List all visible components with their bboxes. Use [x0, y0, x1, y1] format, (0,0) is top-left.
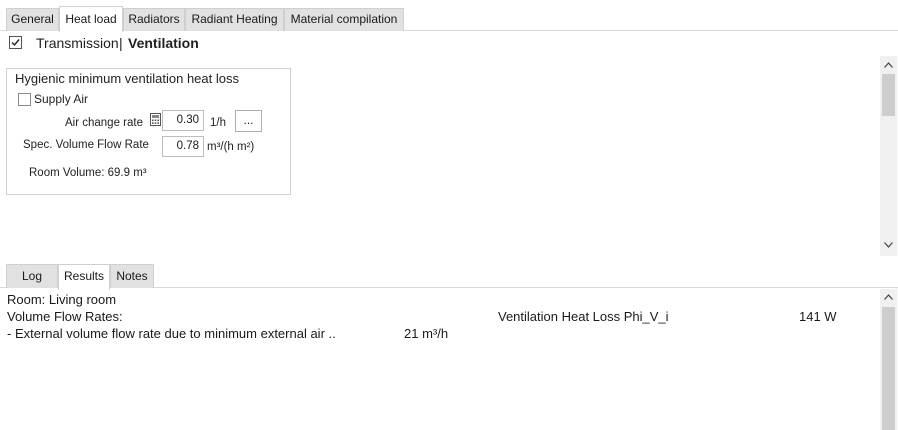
checkmark-icon [11, 39, 20, 47]
hygienic-ventilation-group: Hygienic minimum ventilation heat loss S… [6, 68, 291, 195]
spec-volume-flow-label: Spec. Volume Flow Rate [23, 139, 149, 151]
spec-volume-flow-unit: m³/(h m²) [207, 141, 255, 153]
transmission-link[interactable]: Transmission [36, 35, 119, 51]
main-tab-bar: General Heat load Radiators Radiant Heat… [0, 0, 898, 32]
result-flow-rates: Volume Flow Rates: [7, 309, 123, 324]
subheader: Transmission | Ventilation [0, 32, 880, 54]
separator: | [119, 35, 123, 51]
air-change-rate-label: Air change rate [65, 117, 143, 129]
upper-scrollbar[interactable] [880, 56, 897, 256]
tab-notes[interactable]: Notes [110, 264, 154, 288]
air-change-rate-more-button[interactable]: ... [235, 110, 262, 132]
air-change-rate-input[interactable]: 0.30 [162, 110, 204, 131]
result-external-flow-label: - External volume flow rate due to minim… [7, 326, 336, 341]
tab-heat-load[interactable]: Heat load [59, 6, 123, 32]
result-heat-loss-label: Ventilation Heat Loss Phi_V_i [498, 309, 669, 324]
ventilation-checkbox[interactable] [9, 36, 22, 49]
result-room: Room: Living room [7, 292, 117, 307]
group-title: Hygienic minimum ventilation heat loss [15, 71, 239, 86]
calculator-icon[interactable] [150, 113, 161, 126]
room-volume-text: Room Volume: 69.9 m³ [29, 167, 147, 179]
air-change-rate-unit: 1/h [210, 117, 226, 129]
chevron-up-icon[interactable] [880, 58, 897, 74]
tab-log[interactable]: Log [6, 264, 58, 288]
spec-volume-flow-input[interactable]: 0.78 [162, 136, 204, 157]
result-external-flow-value: 21 m³/h [404, 326, 449, 341]
supply-air-checkbox[interactable] [18, 93, 31, 106]
upper-scrollbar-thumb[interactable] [882, 74, 895, 116]
ventilation-title: Ventilation [128, 35, 199, 51]
bottom-tab-bar: Log Results Notes [0, 262, 898, 290]
result-heat-loss-value: 141 W [799, 309, 837, 324]
lower-scrollbar-thumb[interactable] [882, 307, 895, 430]
tab-general[interactable]: General [6, 8, 59, 31]
supply-air-label: Supply Air [34, 92, 89, 106]
tab-material-compilation[interactable]: Material compilation [284, 8, 404, 31]
chevron-down-icon[interactable] [880, 238, 897, 254]
results-panel: Room: Living room Volume Flow Rates: - E… [0, 289, 880, 430]
chevron-up-icon[interactable] [880, 290, 897, 306]
tab-radiators[interactable]: Radiators [123, 8, 185, 31]
tab-radiant-heating[interactable]: Radiant Heating [185, 8, 284, 31]
lower-scrollbar[interactable] [880, 289, 897, 430]
tab-results[interactable]: Results [58, 264, 110, 290]
